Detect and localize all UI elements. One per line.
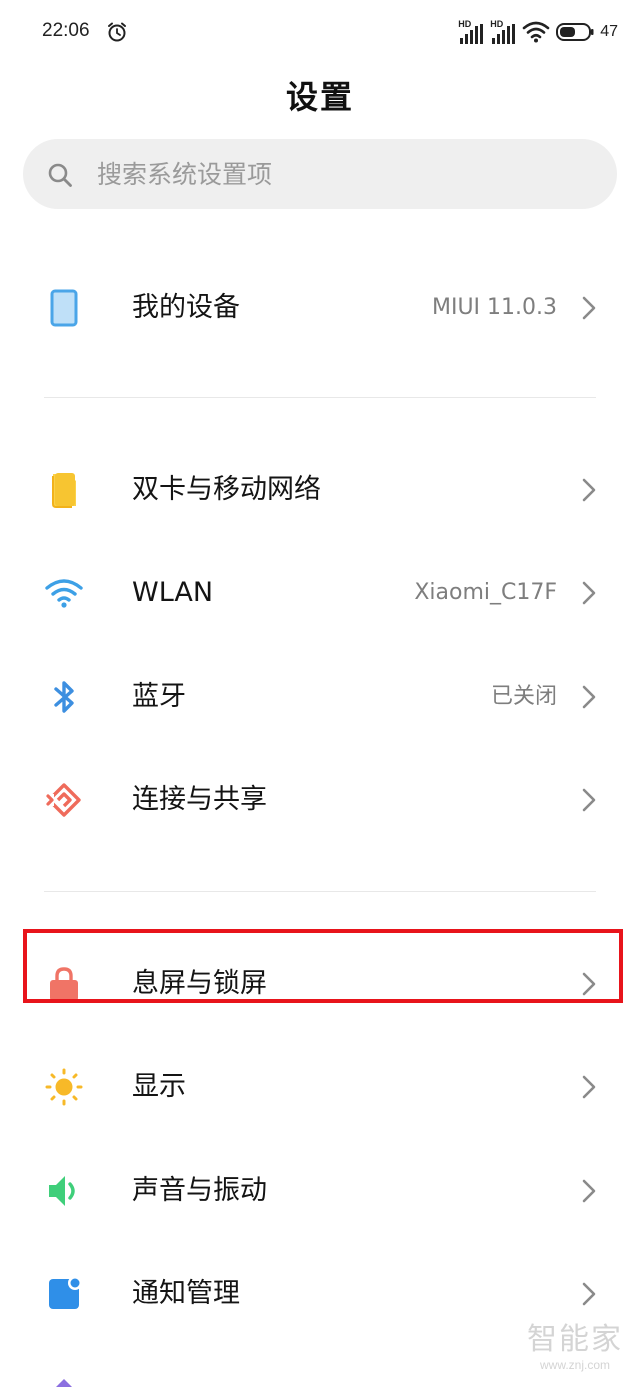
settings-item-label: 连接与共享 bbox=[132, 784, 267, 815]
settings-item-bluetooth[interactable]: 蓝牙 已关闭 bbox=[0, 645, 640, 749]
section-divider bbox=[44, 891, 596, 892]
settings-item-label: WLAN bbox=[132, 577, 214, 608]
page-title: 设置 bbox=[285, 78, 354, 116]
cellular-signal-1: HD bbox=[458, 20, 484, 44]
chevron-right-icon bbox=[582, 1075, 596, 1099]
partial-icon bbox=[56, 1379, 72, 1387]
settings-item-value: Xiaomi_C17F bbox=[414, 580, 557, 605]
chevron-right-icon bbox=[582, 1179, 596, 1203]
search-icon bbox=[48, 163, 72, 187]
watermark-url: www.znj.com bbox=[539, 1358, 610, 1372]
chevron-right-icon bbox=[582, 788, 596, 812]
settings-item-label: 蓝牙 bbox=[132, 681, 186, 712]
settings-item-label: 声音与振动 bbox=[132, 1175, 267, 1206]
wifi-icon bbox=[45, 579, 83, 608]
status-time: 22:06 bbox=[42, 20, 90, 41]
watermark: 智能家 www.znj.com bbox=[520, 1322, 630, 1382]
settings-item-label: 我的设备 bbox=[132, 292, 240, 323]
chevron-right-icon bbox=[582, 581, 596, 605]
chevron-right-icon bbox=[582, 1282, 596, 1306]
share-connection-icon bbox=[45, 783, 81, 817]
search-input[interactable] bbox=[97, 139, 577, 209]
search-bar[interactable] bbox=[23, 139, 617, 209]
highlight-frame bbox=[23, 929, 623, 1003]
sim-card-icon bbox=[52, 473, 76, 508]
settings-item-wlan[interactable]: WLAN Xiaomi_C17F bbox=[0, 541, 640, 645]
signal-bars-icon bbox=[492, 24, 516, 44]
settings-item-my-device[interactable]: 我的设备 MIUI 11.0.3 bbox=[0, 256, 640, 360]
settings-item-value: 已关闭 bbox=[490, 684, 557, 709]
battery-icon bbox=[556, 23, 594, 41]
settings-item-label: 显示 bbox=[132, 1071, 186, 1102]
settings-item-display[interactable]: 显示 bbox=[0, 1035, 640, 1139]
sun-icon bbox=[45, 1068, 83, 1106]
cellular-signal-2: HD bbox=[490, 20, 516, 44]
settings-item-dual-sim[interactable]: 双卡与移动网络 bbox=[0, 438, 640, 542]
wifi-status-icon bbox=[522, 21, 550, 43]
chevron-right-icon bbox=[582, 296, 596, 320]
settings-item-sound-vibration[interactable]: 声音与振动 bbox=[0, 1139, 640, 1243]
alarm-clock-icon bbox=[108, 22, 126, 42]
bluetooth-icon bbox=[54, 681, 74, 713]
status-indicators: HD HD 47 bbox=[458, 18, 618, 46]
battery-level: 47 bbox=[600, 23, 618, 40]
watermark-text: 智能家 bbox=[527, 1322, 623, 1357]
settings-item-label: 双卡与移动网络 bbox=[132, 474, 321, 505]
chevron-right-icon bbox=[582, 478, 596, 502]
status-bar: 22:06 HD HD 47 bbox=[0, 0, 640, 64]
tablet-icon bbox=[50, 289, 78, 327]
chevron-right-icon bbox=[582, 685, 596, 709]
settings-item-connection-sharing[interactable]: 连接与共享 bbox=[0, 748, 640, 852]
section-divider bbox=[44, 397, 596, 398]
notification-icon bbox=[49, 1276, 82, 1309]
speaker-icon bbox=[49, 1176, 75, 1206]
settings-item-value: MIUI 11.0.3 bbox=[431, 295, 557, 320]
signal-bars-icon bbox=[460, 24, 484, 44]
settings-item-label: 通知管理 bbox=[132, 1278, 240, 1309]
